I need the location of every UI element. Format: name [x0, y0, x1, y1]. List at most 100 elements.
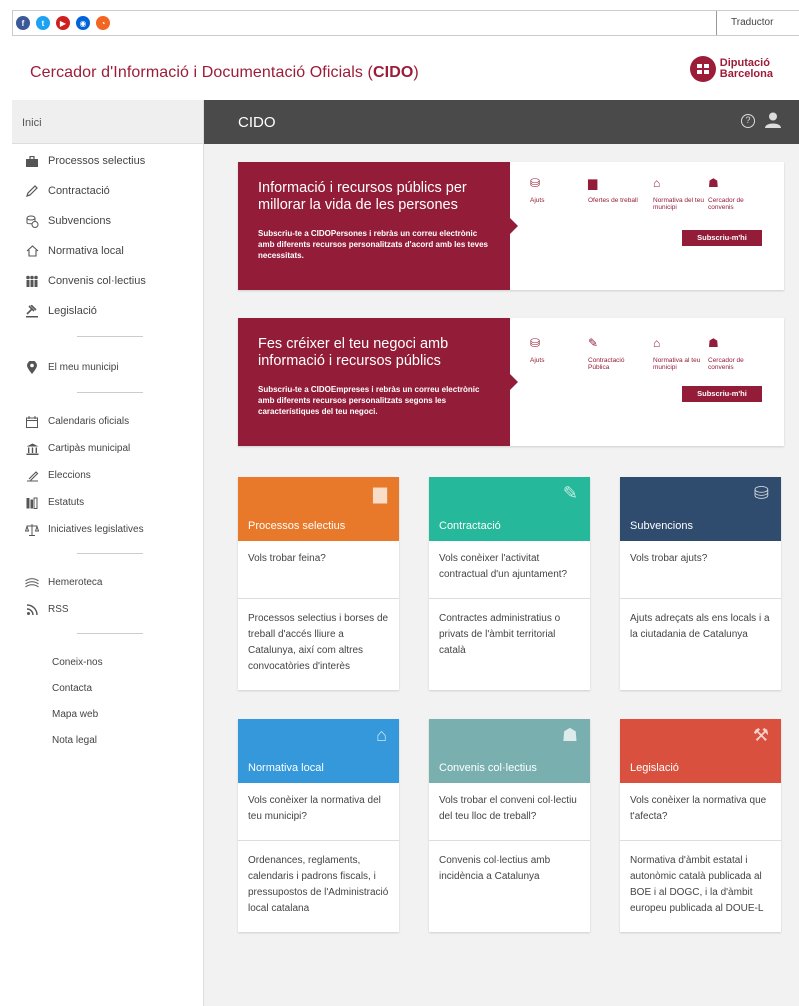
people-icon: ☗: [708, 336, 719, 350]
banner-empreses: Fes créixer el teu negoci amb informació…: [238, 318, 784, 446]
card-convenis-collectius[interactable]: ☗ Convenis col·lectius Vols trobar el con…: [429, 719, 590, 932]
sidebar-item-estatuts[interactable]: Estatuts: [12, 489, 203, 516]
rss-icon: [25, 603, 39, 617]
card-title: Contractació: [439, 520, 501, 532]
sidebar-item-eleccions[interactable]: Eleccions: [12, 462, 203, 489]
card-question: Vols trobar ajuts?: [620, 541, 781, 599]
sidebar-item-cartipas[interactable]: Cartipàs municipal: [12, 435, 203, 462]
house-icon: [25, 244, 39, 258]
sidebar-item-normativa[interactable]: Normativa local: [12, 236, 203, 266]
card-title: Subvencions: [630, 520, 693, 532]
gavel-icon: [25, 304, 39, 318]
sidebar-item-convenis[interactable]: Convenis col·lectius: [12, 266, 203, 296]
coins-icon: ⛁: [530, 336, 541, 350]
separator: [77, 336, 143, 337]
ballot-icon: [25, 469, 39, 483]
sidebar-item-processos[interactable]: Processos selectius: [12, 146, 203, 176]
subscribe-button[interactable]: Subscriu-m'hi: [682, 386, 762, 402]
banner-icon-normativa[interactable]: ⌂ Normativa del teu municipi: [653, 176, 705, 211]
youtube-icon[interactable]: ▶: [56, 16, 70, 30]
seal-icon: [689, 56, 716, 82]
card-legislacio[interactable]: ⚒ Legislació Vols conèixer la normativa q…: [620, 719, 781, 932]
card-title: Legislació: [630, 762, 679, 774]
social-links: f t ▶ ◉ ◔: [16, 16, 110, 30]
card-question: Vols trobar el conveni col·lectiu del te…: [429, 783, 590, 841]
card-processos-selectius[interactable]: ▆ Processos selectius Vols trobar feina? …: [238, 477, 399, 690]
rss-icon[interactable]: ◔: [96, 16, 110, 30]
user-icon[interactable]: [765, 112, 781, 133]
card-description: Ordenances, reglaments, calendaris i pad…: [248, 855, 389, 914]
banner-icon-convenis[interactable]: ☗ Cercador de convenis: [708, 176, 760, 211]
link-nota-legal[interactable]: Nota legal: [12, 727, 203, 753]
facebook-icon[interactable]: f: [16, 16, 30, 30]
twitter-icon[interactable]: t: [36, 16, 50, 30]
translator-button[interactable]: Traductor: [716, 11, 799, 35]
banner-icon-contractacio[interactable]: ✎ Contractació Pública: [588, 336, 640, 371]
card-title: Normativa local: [248, 762, 324, 774]
separator: [77, 553, 143, 554]
sidebar-item-home[interactable]: Inici: [12, 100, 203, 144]
banner-text: Subscriu-te a CIDOPersones i rebràs un c…: [258, 229, 488, 260]
flickr-icon[interactable]: ◉: [76, 16, 90, 30]
page-title: CIDO: [238, 114, 276, 131]
banner-icon-ofertes[interactable]: ▆ Ofertes de treball: [588, 177, 640, 204]
pencil-icon: ✎: [562, 483, 578, 503]
sidebar-item-subvencions[interactable]: Subvencions: [12, 206, 203, 236]
link-contacta[interactable]: Contacta: [12, 675, 203, 701]
people-icon: ☗: [708, 176, 719, 190]
diputacio-logo[interactable]: Diputació Barcelona: [689, 56, 773, 82]
top-bar: f t ▶ ◉ ◔ Traductor: [12, 10, 799, 36]
newspaper-icon: [25, 576, 39, 590]
main-header: CIDO ?: [204, 100, 799, 144]
banner-text: Subscriu-te a CIDOEmpreses i rebràs un c…: [258, 385, 480, 416]
site-header: Cercador d'Informació i Documentació Ofi…: [12, 36, 799, 100]
banner-icon-convenis[interactable]: ☗ Cercador de convenis: [708, 336, 760, 371]
card-description: Ajuts adreçats als ens locals i a la ciu…: [630, 613, 770, 640]
card-description: Processos selectius i borses de treball …: [248, 613, 389, 672]
coins-icon: ⛁: [530, 176, 541, 190]
house-icon: ⌂: [653, 176, 661, 190]
banner-icon-ajuts[interactable]: ⛁ Ajuts: [530, 336, 582, 364]
card-question: Vols conèixer la normativa del teu munic…: [238, 783, 399, 841]
briefcase-icon: ▆: [373, 483, 387, 503]
card-title: Convenis col·lectius: [439, 762, 537, 774]
card-subvencions[interactable]: ⛁ Subvencions Vols trobar ajuts? Ajuts ad…: [620, 477, 781, 690]
banner-title: Fes créixer el teu negoci amb informació…: [258, 336, 449, 369]
site-title[interactable]: Cercador d'Informació i Documentació Ofi…: [30, 64, 419, 82]
subscribe-button[interactable]: Subscriu-m'hi: [682, 230, 762, 246]
sidebar: Inici Processos selectius Contractació S…: [12, 100, 204, 1006]
card-normativa-local[interactable]: ⌂ Normativa local Vols conèixer la normat…: [238, 719, 399, 932]
sidebar-item-legislacio[interactable]: Legislació: [12, 296, 203, 326]
link-mapa-web[interactable]: Mapa web: [12, 701, 203, 727]
banner-icon-ajuts[interactable]: ⛁ Ajuts: [530, 176, 582, 204]
sidebar-item-municipi[interactable]: El meu municipi: [12, 352, 203, 382]
briefcase-icon: [25, 154, 39, 168]
map-pin-icon: [25, 360, 39, 374]
sidebar-item-hemeroteca[interactable]: Hemeroteca: [12, 569, 203, 596]
people-icon: [25, 274, 39, 288]
pencil-icon: ✎: [588, 336, 599, 350]
main-content: CIDO ? Informació i recursos públics per…: [204, 100, 799, 1006]
pencil-icon: [25, 184, 39, 198]
banner-icon-normativa[interactable]: ⌂ Normativa al teu municipi: [653, 336, 705, 371]
gavel-icon: ⚒: [752, 725, 769, 745]
card-description: Normativa d'àmbit estatal i autonòmic ca…: [630, 855, 764, 914]
help-icon[interactable]: ?: [741, 114, 755, 128]
sidebar-item-rss[interactable]: RSS: [12, 596, 203, 623]
card-question: Vols conèixer l'activitat contractual d'…: [429, 541, 590, 599]
building-icon: [25, 442, 39, 456]
house-icon: ⌂: [653, 336, 661, 350]
house-icon: ⌂: [376, 725, 387, 745]
sidebar-item-contractacio[interactable]: Contractació: [12, 176, 203, 206]
link-coneix-nos[interactable]: Coneix-nos: [12, 649, 203, 675]
card-title: Processos selectius: [248, 520, 346, 532]
separator: [77, 392, 143, 393]
sidebar-item-calendaris[interactable]: Calendaris oficials: [12, 408, 203, 435]
card-description: Convenis col·lectius amb incidència a Ca…: [439, 855, 551, 882]
books-icon: [25, 496, 39, 510]
card-contractacio[interactable]: ✎ Contractació Vols conèixer l'activitat …: [429, 477, 590, 690]
card-question: Vols conèixer la normativa que t'afecta?: [620, 783, 781, 841]
calendar-icon: [25, 415, 39, 429]
banner-title: Informació i recursos públics per millor…: [258, 180, 467, 213]
sidebar-item-iniciatives[interactable]: Iniciatives legislatives: [12, 516, 203, 543]
